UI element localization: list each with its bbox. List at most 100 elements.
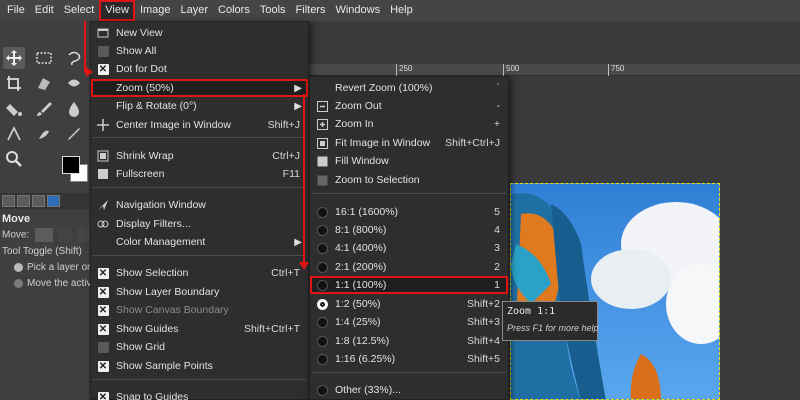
- center-icon: [96, 118, 110, 132]
- images-tab-icon[interactable]: [47, 195, 60, 207]
- annotation-arrowhead-icon: [86, 67, 93, 77]
- menu-item-shrink-wrap[interactable]: Shrink Wrap Ctrl+J: [91, 147, 308, 165]
- zoom-item-fit-image[interactable]: Fit Image in Window Shift+Ctrl+J: [310, 134, 508, 152]
- submenu-arrow-icon: ▶: [294, 82, 302, 94]
- menu-layer[interactable]: Layer: [176, 0, 214, 21]
- menu-edit[interactable]: Edit: [30, 0, 59, 21]
- menu-windows[interactable]: Windows: [330, 0, 385, 21]
- zoom-item-2-1[interactable]: 2:1 (200%) 2: [310, 258, 508, 276]
- radio-off-icon: [316, 384, 328, 396]
- menu-item-fullscreen[interactable]: Fullscreen F11: [91, 165, 308, 183]
- transform-icon[interactable]: [33, 72, 55, 94]
- zoom-item-4-1[interactable]: 4:1 (400%) 3: [310, 239, 508, 257]
- zoom-item-other[interactable]: Other (33%)...: [310, 381, 508, 399]
- menu-file[interactable]: File: [2, 0, 30, 21]
- new-view-icon: [96, 26, 110, 40]
- fill-icon[interactable]: [3, 98, 25, 120]
- checkbox-on-icon: ✕: [97, 63, 109, 75]
- menu-item-center-image[interactable]: Center Image in Window Shift+J: [91, 116, 308, 134]
- radio-on-icon: [14, 262, 23, 272]
- tooltip-title: Zoom 1:1: [507, 306, 556, 317]
- menu-item-show-sample-points[interactable]: ✕ Show Sample Points: [91, 357, 308, 375]
- rect-select-icon[interactable]: [33, 47, 55, 69]
- checkbox-on-icon: ✕: [97, 304, 109, 316]
- paintbrush-icon[interactable]: [33, 98, 55, 120]
- foreground-color-swatch[interactable]: [62, 156, 80, 174]
- kingfisher-photo: [511, 184, 719, 399]
- zoom-in-icon: [315, 117, 329, 131]
- lasso-icon[interactable]: [63, 47, 85, 69]
- path-icon[interactable]: [3, 123, 25, 145]
- pick-layer-option[interactable]: Pick a layer or: [14, 262, 90, 273]
- tool-toggle-label: Tool Toggle (Shift): [2, 246, 82, 257]
- radio-off-icon: [316, 353, 328, 365]
- checkbox-off-icon: [97, 341, 109, 353]
- zoom-submenu: Revert Zoom (100%) ` Zoom Out - Zoom In + F…: [309, 76, 509, 400]
- image-canvas[interactable]: [510, 183, 720, 400]
- dock-tabs: [0, 193, 90, 209]
- zoom-tool-icon[interactable]: [3, 148, 25, 170]
- menu-help[interactable]: Help: [385, 0, 418, 21]
- tool-options-tab-icon[interactable]: [2, 195, 15, 207]
- menu-image[interactable]: Image: [135, 0, 176, 21]
- fill-window-icon: [315, 154, 329, 168]
- menu-view[interactable]: View: [99, 0, 135, 21]
- zoom-item-1-1[interactable]: 1:1 (100%) 1: [310, 276, 508, 294]
- zoom-item-1-8[interactable]: 1:8 (12.5%) Shift+4: [310, 332, 508, 350]
- move-active-option[interactable]: Move the activ: [14, 278, 91, 289]
- display-filters-icon: [96, 217, 110, 231]
- zoom-item-zoom-in[interactable]: Zoom In +: [310, 115, 508, 133]
- move-path-mode-icon[interactable]: [76, 228, 91, 242]
- tooltip-hint: Press F1 for more help: [507, 323, 599, 333]
- warp-icon[interactable]: [63, 72, 85, 94]
- undo-history-tab-icon[interactable]: [32, 195, 45, 207]
- menu-filters[interactable]: Filters: [291, 0, 331, 21]
- smudge-icon[interactable]: [33, 123, 55, 145]
- radio-off-icon: [316, 335, 328, 347]
- zoom-item-16-1[interactable]: 16:1 (1600%) 5: [310, 203, 508, 221]
- move-layer-mode-icon[interactable]: [35, 228, 54, 242]
- menu-item-zoom[interactable]: Zoom (50%) ▶: [91, 79, 308, 97]
- menu-item-show-selection[interactable]: ✕ Show Selection Ctrl+T: [91, 264, 308, 282]
- menu-item-display-filters[interactable]: Display Filters...: [91, 215, 308, 233]
- ruler-tick: 500: [503, 64, 519, 76]
- menu-separator: [93, 137, 306, 138]
- menu-item-snap-to-guides[interactable]: ✕ Snap to Guides: [91, 388, 308, 400]
- zoom-item-8-1[interactable]: 8:1 (800%) 4: [310, 221, 508, 239]
- move-mode-row: Move:: [2, 228, 91, 242]
- radio-on-icon: [316, 298, 328, 310]
- radio-off-icon: [316, 316, 328, 328]
- view-menu: New View Show All ✕ Dot for Dot Zoom (50%…: [90, 21, 309, 400]
- menu-item-navigation-window[interactable]: Navigation Window: [91, 196, 308, 214]
- radio-off-icon: [316, 224, 328, 236]
- move-selection-mode-icon[interactable]: [57, 228, 72, 242]
- menu-item-dot-for-dot[interactable]: ✕ Dot for Dot: [91, 60, 308, 78]
- menu-item-new-view[interactable]: New View: [91, 24, 308, 42]
- menu-item-show-canvas-boundary[interactable]: ✕ Show Canvas Boundary: [91, 301, 308, 319]
- zoom-item-1-4[interactable]: 1:4 (25%) Shift+3: [310, 313, 508, 331]
- annotation-arrowhead-icon: [299, 262, 309, 270]
- menu-colors[interactable]: Colors: [213, 0, 255, 21]
- heal-icon[interactable]: [63, 98, 85, 120]
- zoom-item-zoom-out[interactable]: Zoom Out -: [310, 97, 508, 115]
- ruler-tick: 250: [396, 64, 412, 76]
- menu-item-show-all[interactable]: Show All: [91, 42, 308, 60]
- toolbox: [0, 21, 90, 400]
- move-tool-icon[interactable]: [3, 47, 25, 69]
- menu-tools[interactable]: Tools: [255, 0, 291, 21]
- zoom-item-revert[interactable]: Revert Zoom (100%) `: [310, 79, 508, 97]
- zoom-item-1-16[interactable]: 1:16 (6.25%) Shift+5: [310, 350, 508, 368]
- eyedropper-icon[interactable]: [63, 123, 85, 145]
- menu-item-color-management[interactable]: Color Management ▶: [91, 233, 308, 251]
- zoom-item-zoom-to-selection[interactable]: Zoom to Selection: [310, 171, 508, 189]
- crop-icon[interactable]: [3, 72, 25, 94]
- zoom-item-fill-window[interactable]: Fill Window: [310, 152, 508, 170]
- zoom-item-1-2[interactable]: 1:2 (50%) Shift+2: [310, 295, 508, 313]
- menu-item-show-layer-boundary[interactable]: ✕ Show Layer Boundary: [91, 283, 308, 301]
- zoom-out-icon: [315, 99, 329, 113]
- menu-select[interactable]: Select: [59, 0, 100, 21]
- menu-item-show-grid[interactable]: Show Grid: [91, 338, 308, 356]
- device-status-tab-icon[interactable]: [17, 195, 30, 207]
- menu-item-show-guides[interactable]: ✕ Show Guides Shift+Ctrl+T: [91, 320, 308, 338]
- menu-item-flip-rotate[interactable]: Flip & Rotate (0°) ▶: [91, 97, 308, 115]
